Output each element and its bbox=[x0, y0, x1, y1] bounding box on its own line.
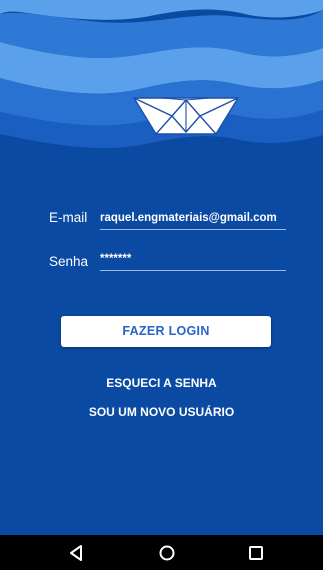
new-user-link[interactable]: SOU UM NOVO USUÁRIO bbox=[0, 405, 323, 419]
login-button[interactable]: FAZER LOGIN bbox=[61, 316, 271, 347]
recents-square-icon[interactable] bbox=[246, 543, 266, 563]
home-circle-icon[interactable] bbox=[157, 543, 177, 563]
android-navigation-bar bbox=[0, 535, 323, 570]
password-field[interactable]: ******* bbox=[100, 250, 286, 271]
back-triangle-icon[interactable] bbox=[66, 543, 86, 563]
password-label: Senha bbox=[49, 254, 89, 269]
email-label: E-mail bbox=[49, 210, 88, 225]
forgot-password-link[interactable]: ESQUECI A SENHA bbox=[0, 376, 323, 390]
email-field[interactable]: raquel.engmateriais@gmail.com bbox=[100, 209, 286, 230]
waves-header bbox=[0, 0, 323, 160]
login-screen: E-mail raquel.engmateriais@gmail.com Sen… bbox=[0, 0, 323, 535]
paper-boat-icon bbox=[132, 97, 240, 135]
